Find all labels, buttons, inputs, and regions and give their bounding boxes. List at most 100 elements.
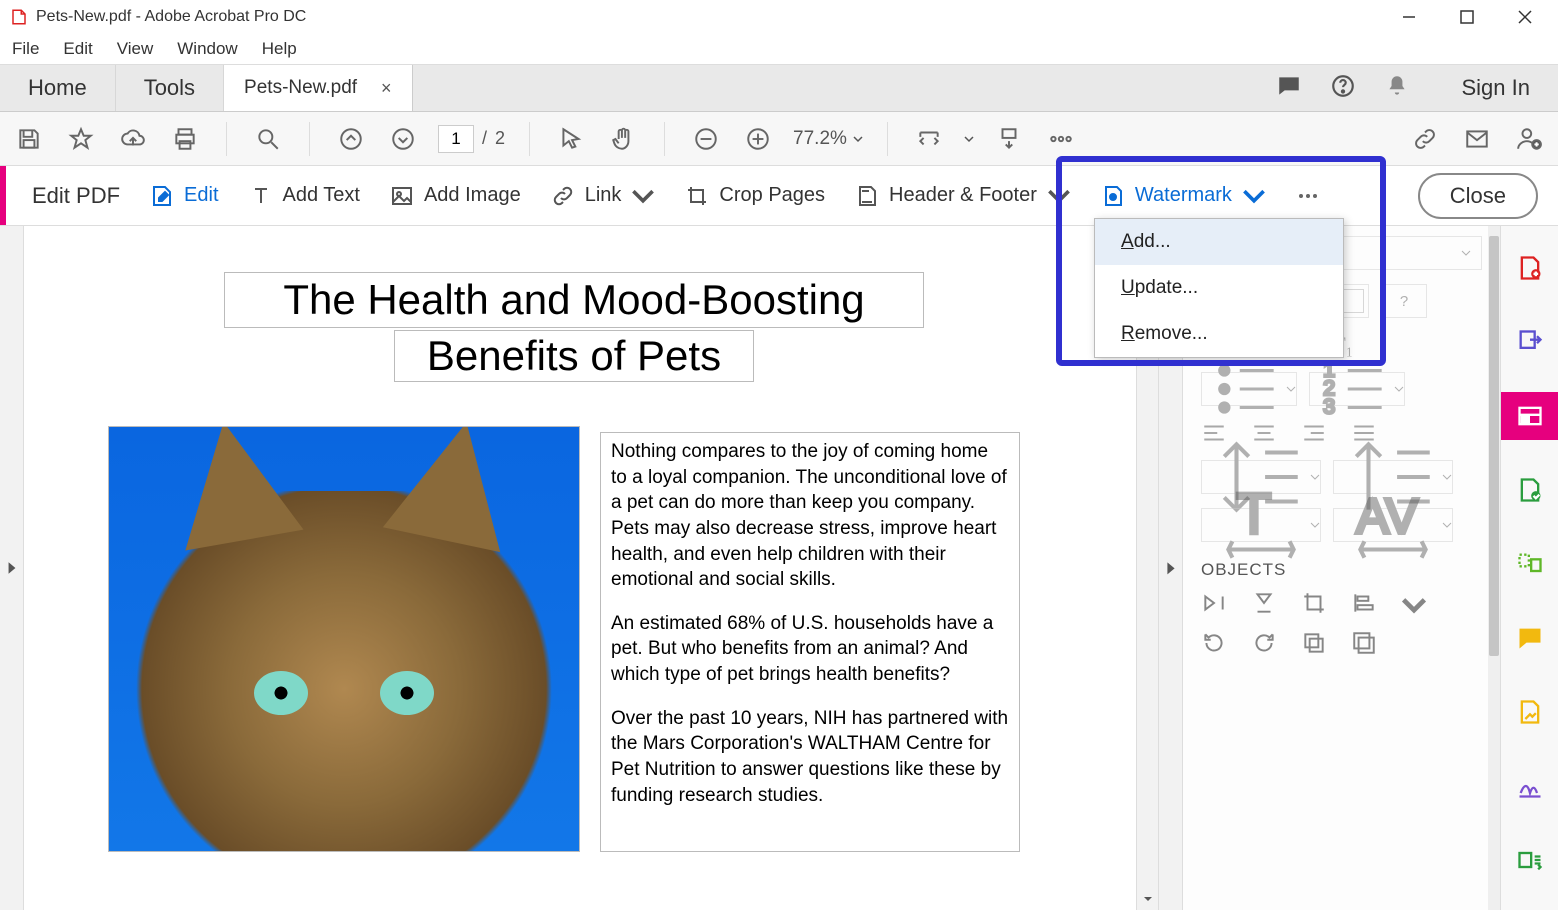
svg-text:AV: AV: [1356, 490, 1418, 544]
doc-para3: Over the past 10 years, NIH has partnere…: [611, 706, 1009, 809]
menu-edit[interactable]: Edit: [63, 39, 92, 59]
flip-vertical-icon[interactable]: [1251, 590, 1277, 620]
watermark-button[interactable]: Watermark: [1101, 184, 1266, 208]
export-pdf-icon[interactable]: [1501, 318, 1558, 366]
sign-in-button[interactable]: Sign In: [1434, 65, 1558, 111]
header-footer-button[interactable]: Header & Footer: [855, 184, 1071, 208]
document-area: The Health and Mood-Boosting Benefits of…: [24, 226, 1158, 910]
char-spacing-dropdown[interactable]: AV: [1333, 508, 1453, 542]
comments-icon[interactable]: [1276, 73, 1302, 103]
align-objects-dropdown[interactable]: [1351, 590, 1377, 620]
more-tools-icon[interactable]: [1044, 122, 1078, 156]
watermark-add-item[interactable]: Add...: [1095, 219, 1343, 265]
flip-horizontal-icon[interactable]: [1201, 590, 1227, 620]
save-icon[interactable]: [12, 122, 46, 156]
doc-para1: Nothing compares to the joy of coming ho…: [611, 439, 1009, 593]
replace-image-icon[interactable]: [1351, 630, 1377, 660]
doc-title-line2[interactable]: Benefits of Pets: [394, 330, 754, 382]
sign-icon[interactable]: [1501, 762, 1558, 810]
home-tab[interactable]: Home: [0, 65, 116, 111]
crop-pages-button[interactable]: Crop Pages: [685, 184, 825, 208]
page-current-input[interactable]: [438, 125, 474, 153]
window-minimize-button[interactable]: [1380, 0, 1438, 34]
fill-sign-icon[interactable]: [1501, 688, 1558, 736]
zoom-dropdown[interactable]: 77.2%: [793, 128, 863, 150]
scroll-down-icon[interactable]: [1137, 888, 1158, 910]
numbered-list-dropdown[interactable]: 123: [1309, 372, 1405, 406]
help-icon[interactable]: [1330, 73, 1356, 103]
share-link-icon[interactable]: [1408, 122, 1442, 156]
document-tab-label: Pets-New.pdf: [244, 77, 357, 99]
email-icon[interactable]: [1460, 122, 1494, 156]
organize-pages-icon[interactable]: [1501, 540, 1558, 588]
page-sep: /: [482, 128, 487, 149]
page-total: 2: [495, 128, 505, 149]
acrobat-app-icon: [10, 8, 28, 26]
rotate-ccw-icon[interactable]: [1201, 630, 1227, 660]
print-icon[interactable]: [168, 122, 202, 156]
doc-title-line1[interactable]: The Health and Mood-Boosting: [224, 272, 924, 328]
menu-help[interactable]: Help: [262, 39, 297, 59]
page-up-icon[interactable]: [334, 122, 368, 156]
menu-view[interactable]: View: [117, 39, 154, 59]
more-tools-strip-icon[interactable]: [1501, 836, 1558, 884]
format-panel-scrollbar[interactable]: [1488, 226, 1500, 910]
window-maximize-button[interactable]: [1438, 0, 1496, 34]
cloud-upload-icon[interactable]: [116, 122, 150, 156]
doc-text-block[interactable]: Nothing compares to the joy of coming ho…: [600, 432, 1020, 852]
watermark-remove-item[interactable]: Remove...: [1095, 311, 1343, 357]
horizontal-scale-dropdown[interactable]: T: [1201, 508, 1321, 542]
rotate-cw-icon[interactable]: [1251, 630, 1277, 660]
comment-icon[interactable]: [1501, 614, 1558, 662]
arrange-icon[interactable]: [1301, 630, 1327, 660]
hand-tool-icon[interactable]: [606, 122, 640, 156]
tools-tab[interactable]: Tools: [116, 65, 224, 111]
bullet-list-dropdown[interactable]: [1201, 372, 1297, 406]
watermark-update-item[interactable]: Update...: [1095, 265, 1343, 311]
star-icon[interactable]: [64, 122, 98, 156]
link-button[interactable]: Link: [551, 184, 656, 208]
scroll-mode-icon[interactable]: [992, 122, 1026, 156]
text-help-icon[interactable]: ?: [1381, 284, 1427, 318]
fit-width-icon[interactable]: [912, 122, 946, 156]
notifications-icon[interactable]: [1384, 73, 1410, 103]
menu-file[interactable]: File: [12, 39, 39, 59]
add-text-button[interactable]: Add Text: [249, 184, 360, 208]
find-icon[interactable]: [251, 122, 285, 156]
more-edit-icon[interactable]: [1296, 184, 1320, 208]
fit-dropdown-icon[interactable]: [964, 134, 974, 144]
page-number-display: / 2: [438, 125, 505, 153]
window-title: Pets-New.pdf - Adobe Acrobat Pro DC: [36, 8, 306, 26]
share-people-icon[interactable]: [1512, 122, 1546, 156]
left-nav-panel-toggle[interactable]: [0, 226, 24, 910]
menu-bar: File Edit View Window Help: [0, 34, 1558, 64]
main-toolbar: / 2 77.2%: [0, 112, 1558, 166]
close-tab-icon[interactable]: ×: [381, 78, 392, 99]
edit-pdf-icon[interactable]: [1501, 392, 1558, 440]
tabs-row: Home Tools Pets-New.pdf × Sign In: [0, 64, 1558, 112]
title-bar: Pets-New.pdf - Adobe Acrobat Pro DC: [0, 0, 1558, 34]
combine-pdf-icon[interactable]: [1501, 466, 1558, 514]
right-tools-strip: [1500, 226, 1558, 910]
doc-para2: An estimated 68% of U.S. households have…: [611, 611, 1009, 688]
crop-object-icon[interactable]: [1301, 590, 1327, 620]
edit-pdf-toolbar: Edit PDF Edit Add Text Add Image Link Cr…: [0, 166, 1558, 226]
page-down-icon[interactable]: [386, 122, 420, 156]
zoom-out-icon[interactable]: [689, 122, 723, 156]
zoom-in-icon[interactable]: [741, 122, 775, 156]
doc-image-cat[interactable]: [108, 426, 580, 852]
edit-button[interactable]: Edit: [150, 184, 218, 208]
document-page[interactable]: The Health and Mood-Boosting Benefits of…: [24, 226, 1136, 910]
close-edit-button[interactable]: Close: [1418, 173, 1538, 219]
create-pdf-icon[interactable]: [1501, 244, 1558, 292]
edit-pdf-indicator: [0, 166, 6, 225]
document-tab[interactable]: Pets-New.pdf ×: [224, 65, 413, 111]
add-image-button[interactable]: Add Image: [390, 184, 521, 208]
menu-window[interactable]: Window: [177, 39, 237, 59]
select-tool-icon[interactable]: [554, 122, 588, 156]
watermark-dropdown-menu: Add... Update... Remove...: [1094, 218, 1344, 358]
svg-text:3: 3: [1323, 394, 1335, 419]
edit-pdf-label: Edit PDF: [32, 183, 120, 209]
window-close-button[interactable]: [1496, 0, 1554, 34]
svg-text:T: T: [1237, 482, 1272, 546]
